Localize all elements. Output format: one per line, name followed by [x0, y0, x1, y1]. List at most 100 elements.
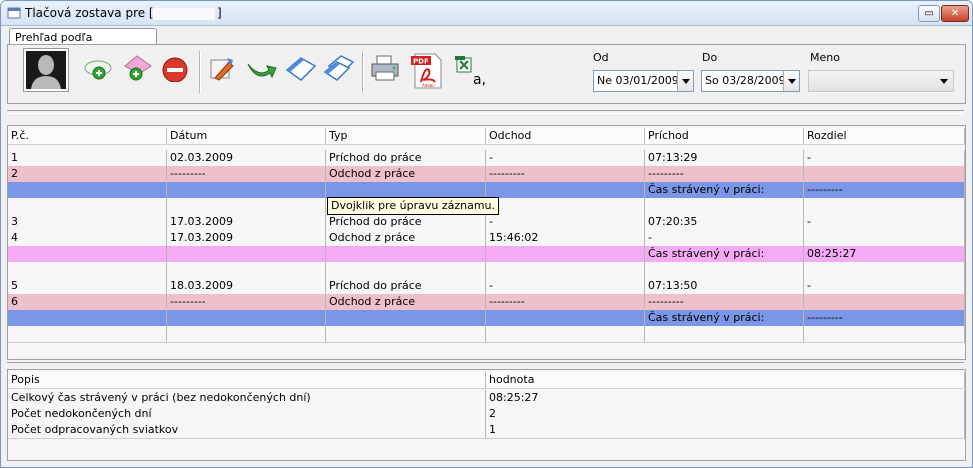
table-row[interactable]: 1 02.03.2009 Príchod do práce -07:13:29-: [8, 150, 965, 167]
table-cell: Čas strávený v práci:: [645, 310, 804, 326]
column-header[interactable]: Príchod: [645, 128, 804, 144]
table-cell: 2: [8, 166, 167, 182]
window-title: Tlačová zostava pre [: [25, 6, 154, 20]
report-window: Tlačová zostava pre [ ] ▭ ✕ Prehľad podľ…: [0, 0, 973, 468]
table-cell: 07:20:35: [645, 214, 804, 230]
table-cell: Počet nedokončených dní: [8, 406, 486, 422]
column-header[interactable]: Odchod: [486, 128, 645, 144]
table-cell: Počet odpracovaných sviatkov: [8, 422, 486, 438]
to-label: Do: [702, 51, 718, 64]
table-cell: Odchod z práce: [326, 294, 486, 310]
table-cell: 1: [486, 422, 965, 438]
table-cell: 07:13:50: [645, 278, 804, 294]
table-cell: [8, 326, 167, 342]
edit-tooltip: Dvojklik pre úpravu záznamu.: [327, 197, 500, 215]
table-cell: ---------: [804, 310, 965, 326]
table-cell: -: [804, 150, 965, 166]
close-button[interactable]: ✕: [941, 5, 969, 22]
table-row[interactable]: 3 17.03.2009 Príchod do práce -07:20:35-: [8, 214, 965, 231]
table-cell: -: [804, 214, 965, 230]
column-header[interactable]: P.č.: [8, 128, 167, 144]
table-row[interactable]: [8, 262, 965, 279]
add-pink-record-icon[interactable]: [121, 50, 153, 82]
table-row[interactable]: Čas strávený v práci: 08:25:27: [8, 246, 965, 263]
table-cell: ---------: [486, 294, 645, 310]
table-row[interactable]: Čas strávený v práci: ---------: [8, 310, 965, 327]
svg-text:PDF: PDF: [413, 58, 429, 66]
summary-row[interactable]: Celkový čas strávený v práci (bez nedoko…: [8, 390, 965, 407]
summary-header-row[interactable]: Popis hodnota: [8, 372, 965, 389]
table-cell: [8, 310, 167, 326]
table-cell: [326, 326, 486, 342]
table-row[interactable]: 6 --------- Odchod z práce --------- -------…: [8, 294, 965, 311]
close-icon: ✕: [950, 8, 960, 19]
table-cell: -: [486, 278, 645, 294]
table-row[interactable]: [8, 326, 965, 343]
table-cell: [326, 310, 486, 326]
restore-button[interactable]: ▭: [918, 5, 940, 22]
from-date-picker[interactable]: Ne 03/01/2009: [593, 70, 694, 92]
table-cell: 08:25:27: [486, 390, 965, 406]
table-cell: [486, 310, 645, 326]
to-date-picker[interactable]: So 03/28/2009: [701, 70, 800, 92]
table-cell: -: [804, 278, 965, 294]
table-cell: 18.03.2009: [167, 278, 326, 294]
table-cell: 15:46:02: [486, 230, 645, 246]
table-cell: Celkový čas strávený v práci (bez nedoko…: [8, 390, 486, 406]
table-header-row[interactable]: P.č. Dátum Typ Odchod Príchod Rozdiel: [8, 128, 965, 145]
print-icon[interactable]: [369, 50, 401, 82]
table-cell: 3: [8, 214, 167, 230]
summary-row[interactable]: Počet odpracovaných sviatkov 1: [8, 422, 965, 439]
person-photo-icon[interactable]: [23, 48, 69, 92]
divider: [7, 110, 964, 111]
toolbar-separator: [362, 51, 364, 93]
table-cell: [804, 294, 965, 310]
column-header[interactable]: hodnota: [486, 372, 965, 388]
table-cell: -: [645, 230, 804, 246]
table-row[interactable]: 2 --------- Odchod z práce --------- -------…: [8, 166, 965, 183]
table-cell: Príchod do práce: [326, 214, 486, 230]
edit-icon[interactable]: [205, 50, 237, 82]
summary-table[interactable]: Popis hodnota Celkový čas strávený v práci…: [7, 369, 966, 461]
table-cell: 17.03.2009: [167, 230, 326, 246]
table-cell: [326, 262, 486, 278]
table-cell: Príchod do práce: [326, 150, 486, 166]
copy-documents-icon[interactable]: [323, 50, 355, 82]
table-cell: [167, 310, 326, 326]
table-cell: -: [486, 214, 645, 230]
from-date-value: Ne 03/01/2009: [597, 74, 679, 87]
table-cell: [804, 198, 965, 214]
chevron-down-icon[interactable]: [940, 79, 948, 84]
chevron-down-icon[interactable]: [677, 71, 693, 91]
employee-name-select[interactable]: [808, 70, 954, 92]
title-bar[interactable]: Tlačová zostava pre [ ] ▭ ✕: [1, 1, 972, 26]
column-header[interactable]: Typ: [326, 128, 486, 144]
table-cell: 17.03.2009: [167, 214, 326, 230]
table-row[interactable]: 4 17.03.2009 Odchod z práce 15:46:02-: [8, 230, 965, 247]
table-cell: [167, 262, 326, 278]
column-header[interactable]: Popis: [8, 372, 486, 388]
table-cell: [486, 182, 645, 198]
table-cell: 08:25:27: [804, 246, 965, 262]
table-cell: [645, 198, 804, 214]
chevron-down-icon[interactable]: [783, 71, 799, 91]
table-cell: ---------: [645, 294, 804, 310]
table-cell: [645, 326, 804, 342]
delete-icon[interactable]: [159, 50, 191, 82]
table-cell: ---------: [645, 166, 804, 182]
table-cell: ---------: [167, 166, 326, 182]
records-table[interactable]: P.č. Dátum Typ Odchod Príchod Rozdiel 1 02.03.2…: [7, 125, 966, 360]
table-cell: [486, 246, 645, 262]
summary-row[interactable]: Počet nedokončených dní 2: [8, 406, 965, 423]
excel-export-icon[interactable]: a,: [453, 54, 489, 90]
forward-arrow-icon[interactable]: [245, 50, 277, 82]
table-row[interactable]: 5 18.03.2009 Príchod do práce -07:13:50-: [8, 278, 965, 295]
add-record-icon[interactable]: [83, 50, 115, 82]
blank-document-icon[interactable]: [285, 50, 317, 82]
pdf-export-icon[interactable]: PDF Adobe: [409, 52, 443, 90]
column-header[interactable]: Dátum: [167, 128, 326, 144]
table-cell: [804, 262, 965, 278]
column-header[interactable]: Rozdiel: [804, 128, 965, 144]
table-cell: ---------: [167, 294, 326, 310]
table-cell: 4: [8, 230, 167, 246]
